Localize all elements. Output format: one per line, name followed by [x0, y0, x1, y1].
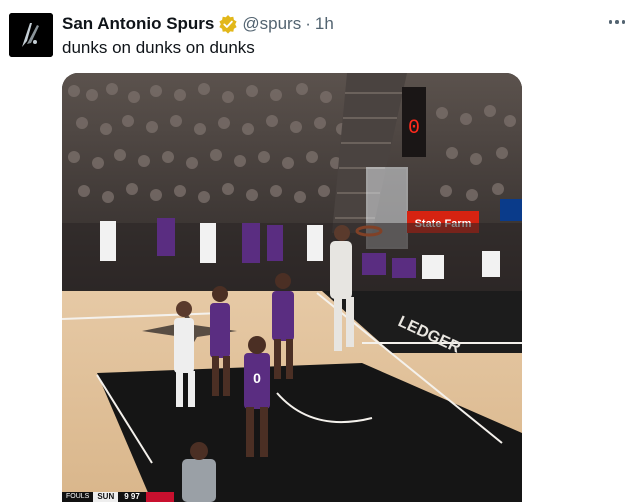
- avatar[interactable]: [9, 13, 53, 57]
- team-abbreviation: SUN: [93, 492, 119, 502]
- handle[interactable]: @spurs: [242, 14, 301, 34]
- score: 9 97: [118, 492, 146, 502]
- more-options-icon[interactable]: [606, 14, 628, 30]
- verified-badge-icon: [218, 14, 238, 34]
- video-frame: 0 State Farm: [62, 73, 522, 502]
- timestamp[interactable]: 1h: [315, 14, 334, 34]
- jersey-number: 0: [253, 370, 261, 386]
- display-name[interactable]: San Antonio Spurs: [62, 14, 214, 34]
- fouls-label: FOULS: [62, 492, 94, 502]
- scorebug-accent: [145, 492, 174, 502]
- shot-clock: 0: [408, 117, 420, 140]
- tweet-text: dunks on dunks on dunks: [62, 38, 255, 57]
- tweet-header: San Antonio Spurs @spurs · 1h: [62, 12, 334, 36]
- scorebug: FOULS SUN 9 97: [62, 492, 174, 502]
- separator-dot: ·: [305, 14, 311, 33]
- video-media[interactable]: 0 State Farm: [62, 73, 522, 502]
- spurs-logo-icon: [9, 13, 53, 57]
